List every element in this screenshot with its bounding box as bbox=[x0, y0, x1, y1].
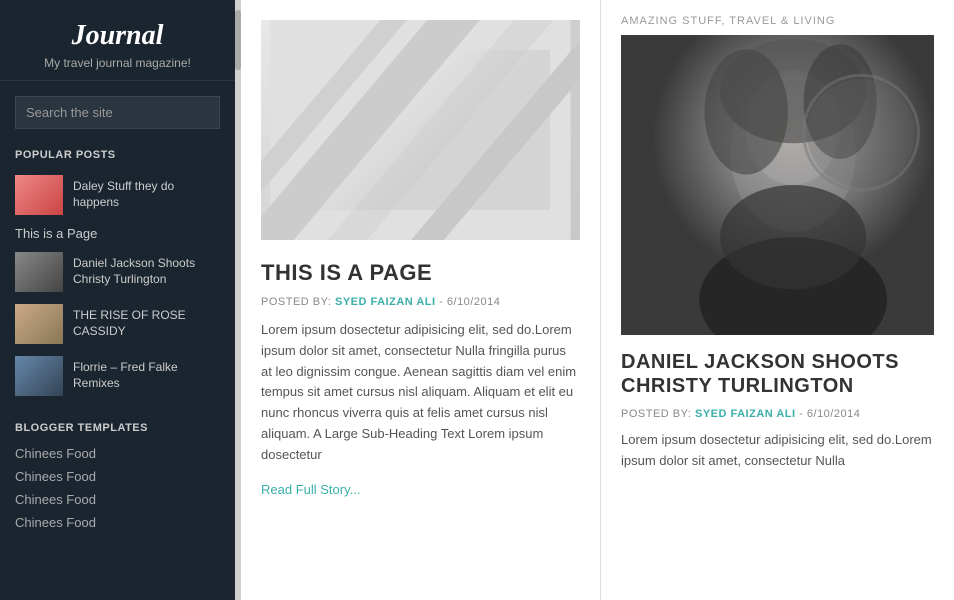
article-body: Lorem ipsum dosectetur adipisicing elit,… bbox=[261, 320, 580, 466]
right-feature-image bbox=[621, 35, 934, 335]
right-meta-prefix: POSTED BY: bbox=[621, 408, 691, 420]
popular-post-item-4[interactable]: Florrie – Fred Falke Remixes bbox=[0, 350, 235, 402]
sidebar: Journal My travel journal magazine! POPU… bbox=[0, 0, 235, 600]
post-title-1: Daley Stuff they do happens bbox=[73, 179, 220, 210]
center-column: THIS IS A PAGE POSTED BY: SYED FAIZAN AL… bbox=[241, 0, 601, 600]
page-link[interactable]: This is a Page bbox=[0, 221, 235, 246]
article-date: 6/10/2014 bbox=[447, 296, 500, 308]
popular-post-item-2[interactable]: Daniel Jackson Shoots Christy Turlington bbox=[0, 246, 235, 298]
sidebar-header: Journal My travel journal magazine! bbox=[0, 0, 235, 81]
article-hero-image bbox=[261, 20, 580, 240]
main-content: THIS IS A PAGE POSTED BY: SYED FAIZAN AL… bbox=[241, 0, 954, 600]
site-subtitle: My travel journal magazine! bbox=[15, 56, 220, 70]
right-meta-dash: - bbox=[799, 408, 807, 420]
popular-posts-label: POPULAR POSTS bbox=[0, 144, 235, 169]
blogger-link-1[interactable]: Chinees Food bbox=[0, 442, 235, 465]
right-column: AMAZING STUFF, TRAVEL & LIVING bbox=[601, 0, 954, 600]
scrollbar-thumb[interactable] bbox=[235, 10, 241, 70]
popular-post-item-1[interactable]: Daley Stuff they do happens bbox=[0, 169, 235, 221]
meta-dash: - bbox=[439, 296, 447, 308]
post-title-3: THE RISE OF ROSE CASSIDY bbox=[73, 308, 220, 339]
post-thumb-4 bbox=[15, 356, 63, 396]
article-title: THIS IS A PAGE bbox=[261, 260, 580, 286]
right-article-meta: POSTED BY: SYED FAIZAN ALI - 6/10/2014 bbox=[621, 408, 934, 420]
article-author[interactable]: SYED FAIZAN ALI bbox=[335, 296, 436, 308]
post-title-4: Florrie – Fred Falke Remixes bbox=[73, 360, 220, 391]
right-article-title: DANIEL JACKSON SHOOTS CHRISTY TURLINGTON bbox=[621, 350, 934, 398]
post-thumb-1 bbox=[15, 175, 63, 215]
read-more-link[interactable]: Read Full Story... bbox=[261, 482, 360, 497]
right-article-body: Lorem ipsum dosectetur adipisicing elit,… bbox=[621, 430, 934, 472]
post-thumb-2 bbox=[15, 252, 63, 292]
right-category: AMAZING STUFF, TRAVEL & LIVING bbox=[621, 15, 934, 27]
popular-post-item-3[interactable]: THE RISE OF ROSE CASSIDY bbox=[0, 298, 235, 350]
scrollbar[interactable] bbox=[235, 0, 241, 600]
search-box[interactable] bbox=[15, 96, 220, 129]
post-thumb-3 bbox=[15, 304, 63, 344]
post-title-2: Daniel Jackson Shoots Christy Turlington bbox=[73, 256, 220, 287]
blogger-link-4[interactable]: Chinees Food bbox=[0, 511, 235, 534]
blogger-link-3[interactable]: Chinees Food bbox=[0, 488, 235, 511]
search-input[interactable] bbox=[15, 96, 220, 129]
article-meta: POSTED BY: SYED FAIZAN ALI - 6/10/2014 bbox=[261, 296, 580, 308]
blogger-templates-label: BLOGGER TEMPLATES bbox=[0, 417, 235, 442]
site-title: Journal bbox=[15, 20, 220, 52]
meta-prefix: POSTED BY: bbox=[261, 296, 331, 308]
right-article-author[interactable]: SYED FAIZAN ALI bbox=[695, 408, 796, 420]
right-article-date: 6/10/2014 bbox=[807, 408, 860, 420]
blogger-link-2[interactable]: Chinees Food bbox=[0, 465, 235, 488]
